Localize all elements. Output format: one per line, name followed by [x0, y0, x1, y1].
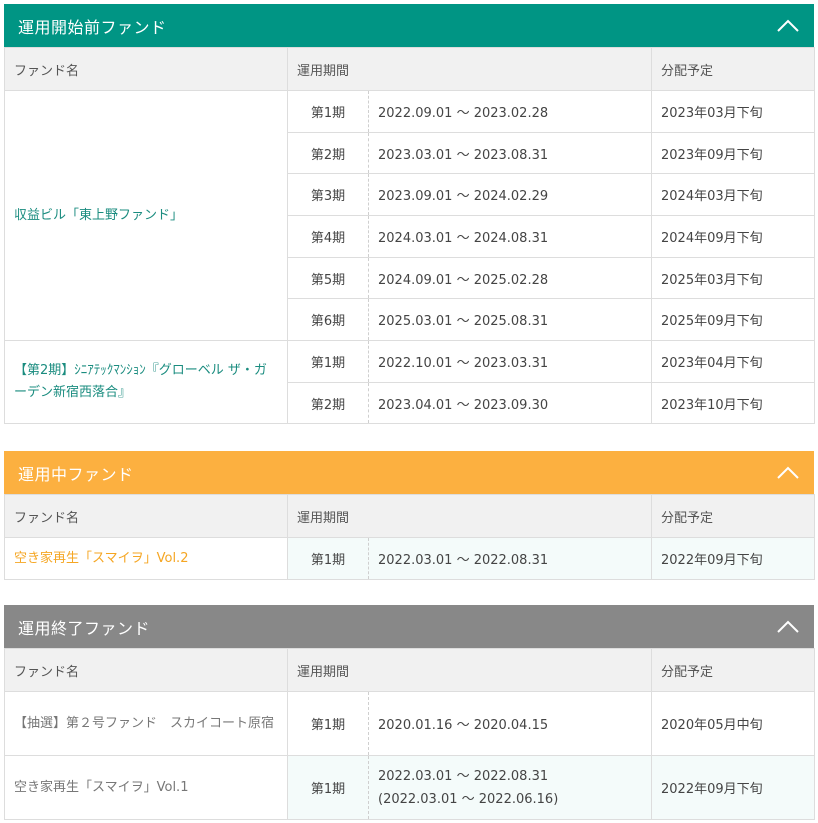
distribution-cell: 2024年03月下旬: [651, 173, 816, 216]
term-cell: 第1期: [287, 90, 369, 133]
section-header[interactable]: 運用終了ファンド: [4, 605, 814, 648]
period-main: 2022.03.01 ～ 2022.08.31: [378, 768, 549, 784]
period-cell: 2024.03.01 ～ 2024.08.31: [368, 215, 653, 258]
table-header-row: ファンド名 運用期間 分配予定: [4, 47, 816, 91]
term-cell: 第4期: [287, 215, 369, 258]
table-row: 【第2期】ｼﾆｱﾃｯｸﾏﾝｼｮﾝ『グローベル ザ・ガーデン新宿西落合』 第1期 …: [4, 340, 816, 424]
section-in-operation: 運用中ファンド ファンド名 運用期間 分配予定 空き家再生「スマイヲ」Vol.2…: [4, 451, 816, 580]
period-cell: 2023.09.01 ～ 2024.02.29: [368, 173, 653, 216]
distribution-cell: 2022年09月下旬: [651, 537, 816, 580]
section-pre-operation: 運用開始前ファンド ファンド名 運用期間 分配予定 収益ビル「東上野ファンド」 …: [4, 4, 816, 424]
period-cell: 2022.10.01 ～ 2023.03.31: [368, 340, 653, 383]
column-header-fund: ファンド名: [4, 494, 288, 538]
fund-name-link[interactable]: 【第2期】ｼﾆｱﾃｯｸﾏﾝｼｮﾝ『グローベル ザ・ガーデン新宿西落合』: [4, 340, 288, 424]
distribution-cell: 2023年04月下旬: [651, 340, 816, 383]
column-header-dist: 分配予定: [651, 648, 816, 692]
column-header-dist: 分配予定: [651, 494, 816, 538]
period-cell: 2023.04.01 ～ 2023.09.30: [368, 382, 653, 424]
term-cell: 第6期: [287, 298, 369, 341]
chevron-up-icon[interactable]: [775, 460, 801, 486]
term-cell: 第1期: [287, 537, 369, 580]
term-cell: 第1期: [287, 755, 369, 820]
table-header-row: ファンド名 運用期間 分配予定: [4, 494, 816, 538]
section-ended: 運用終了ファンド ファンド名 運用期間 分配予定 【抽選】第２号ファンド スカイ…: [4, 605, 816, 820]
term-cell: 第3期: [287, 173, 369, 216]
chevron-up-icon[interactable]: [775, 614, 801, 640]
term-cell: 第1期: [287, 691, 369, 756]
term-cell: 第2期: [287, 132, 369, 174]
term-cell: 第1期: [287, 340, 369, 383]
distribution-cell: 2025年03月下旬: [651, 257, 816, 299]
fund-table: ファンド名 運用期間 分配予定 空き家再生「スマイヲ」Vol.2 第1期 202…: [4, 494, 816, 580]
period-cell: 2020.01.16 ～ 2020.04.15: [368, 691, 653, 756]
distribution-cell: 2024年09月下旬: [651, 215, 816, 258]
section-title: 運用中ファンド: [18, 464, 134, 484]
fund-name-link[interactable]: 空き家再生「スマイヲ」Vol.2: [4, 537, 288, 580]
period-cell: 2024.09.01 ～ 2025.02.28: [368, 257, 653, 299]
column-header-period: 運用期間: [286, 47, 653, 91]
fund-name-link[interactable]: 空き家再生「スマイヲ」Vol.1: [4, 755, 288, 820]
column-header-dist: 分配予定: [651, 47, 816, 91]
table-header-row: ファンド名 運用期間 分配予定: [4, 648, 816, 692]
chevron-up-icon[interactable]: [775, 13, 801, 39]
table-row: 空き家再生「スマイヲ」Vol.2 第1期 2022.03.01 ～ 2022.0…: [4, 537, 816, 580]
fund-table: ファンド名 運用期間 分配予定 収益ビル「東上野ファンド」 第1期 2022.0…: [4, 47, 816, 424]
column-header-fund: ファンド名: [4, 648, 288, 692]
period-cell: 2022.03.01 ～ 2022.08.31 (2022.03.01 ～ 20…: [368, 755, 653, 820]
fund-table: ファンド名 運用期間 分配予定 【抽選】第２号ファンド スカイコート原宿 第1期…: [4, 648, 816, 820]
section-title: 運用終了ファンド: [18, 618, 151, 638]
table-row: 収益ビル「東上野ファンド」 第1期 2022.09.01 ～ 2023.02.2…: [4, 90, 816, 341]
distribution-cell: 2023年09月下旬: [651, 132, 816, 174]
period-actual: (2022.03.01 ～ 2022.06.16): [378, 791, 559, 807]
column-header-fund: ファンド名: [4, 47, 288, 91]
period-cell: 2025.03.01 ～ 2025.08.31: [368, 298, 653, 341]
period-cell: 2023.03.01 ～ 2023.08.31: [368, 132, 653, 174]
section-header[interactable]: 運用中ファンド: [4, 451, 814, 494]
distribution-cell: 2023年03月下旬: [651, 90, 816, 133]
fund-name-link[interactable]: 収益ビル「東上野ファンド」: [4, 90, 288, 341]
distribution-cell: 2020年05月中旬: [651, 691, 816, 756]
table-row: 【抽選】第２号ファンド スカイコート原宿 第1期 2020.01.16 ～ 20…: [4, 691, 816, 756]
period-cell: 2022.09.01 ～ 2023.02.28: [368, 90, 653, 133]
distribution-cell: 2022年09月下旬: [651, 755, 816, 820]
period-cell: 2022.03.01 ～ 2022.08.31: [368, 537, 653, 580]
section-header[interactable]: 運用開始前ファンド: [4, 4, 814, 47]
distribution-cell: 2025年09月下旬: [651, 298, 816, 341]
term-cell: 第5期: [287, 257, 369, 299]
distribution-cell: 2023年10月下旬: [651, 382, 816, 424]
table-row: 空き家再生「スマイヲ」Vol.1 第1期 2022.03.01 ～ 2022.0…: [4, 755, 816, 820]
term-cell: 第2期: [287, 382, 369, 424]
column-header-period: 運用期間: [286, 494, 653, 538]
fund-name-link[interactable]: 【抽選】第２号ファンド スカイコート原宿: [4, 691, 288, 756]
column-header-period: 運用期間: [286, 648, 653, 692]
section-title: 運用開始前ファンド: [18, 17, 167, 37]
